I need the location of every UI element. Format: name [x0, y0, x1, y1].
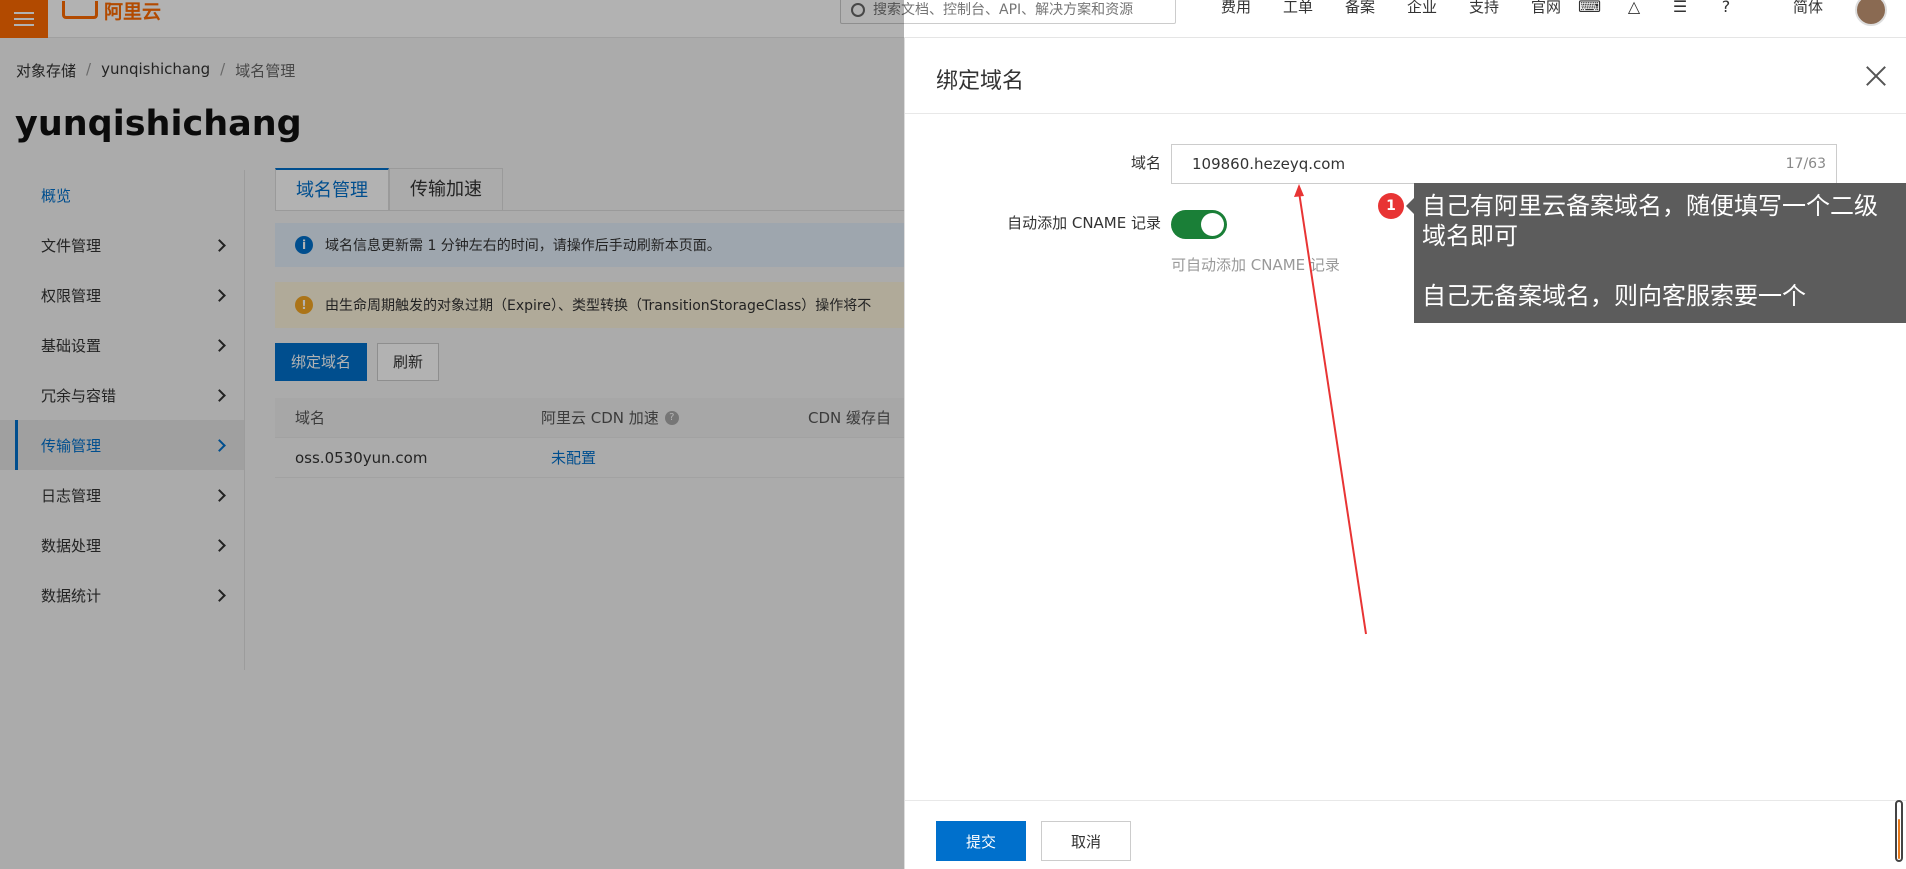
nav-support[interactable]: 支持 [1453, 0, 1515, 15]
nav-fees[interactable]: 费用 [1205, 0, 1267, 15]
nav-official-site[interactable]: 官网 [1515, 0, 1577, 15]
nav-icp[interactable]: 备案 [1329, 0, 1391, 15]
nav-enterprise[interactable]: 企业 [1391, 0, 1453, 15]
tooltip-line-1: 自己有阿里云备案域名，随便填写一个二级域名即可 [1422, 192, 1878, 250]
bind-domain-drawer: 绑定域名 域名 109860.hezeyq.com 17/63 自动添加 CNA… [904, 38, 1906, 869]
cancel-button[interactable]: 取消 [1041, 821, 1131, 861]
submit-button[interactable]: 提交 [936, 821, 1026, 861]
tooltip-line-2: 自己无备案域名，则向客服索要一个 [1422, 282, 1806, 310]
drawer-footer: 提交 取消 [905, 800, 1906, 869]
annotation-badge: 1 [1378, 193, 1404, 219]
nav-tickets[interactable]: 工单 [1267, 0, 1329, 15]
tooltip-caret [1406, 198, 1414, 214]
annotation-tooltip: 自己有阿里云备案域名，随便填写一个二级域名即可 自己无备案域名，则向客服索要一个 [1414, 183, 1906, 323]
top-icons: ⌨ △ ☰ ? [1578, 0, 1736, 16]
top-nav: 费用 工单 备案 企业 支持 官网 [1205, 0, 1577, 15]
drawer-title: 绑定域名 [936, 69, 1025, 94]
language-switch[interactable]: 简体 [1793, 0, 1823, 15]
scrollbar[interactable] [1895, 800, 1903, 862]
drawer-header: 绑定域名 [905, 38, 1906, 114]
modal-overlay[interactable] [0, 0, 904, 869]
cname-help-text: 可自动添加 CNAME 记录 [1171, 256, 1340, 274]
domain-label: 域名 [1130, 154, 1161, 172]
domain-input-value: 109860.hezeyq.com [1192, 155, 1346, 173]
terminal-icon[interactable]: ⌨ [1578, 0, 1601, 16]
help-icon[interactable]: ? [1716, 0, 1736, 16]
cart-icon[interactable]: ☰ [1670, 0, 1690, 16]
bell-icon[interactable]: △ [1624, 0, 1644, 16]
search-input[interactable] [873, 2, 1153, 18]
cname-label: 自动添加 CNAME 记录 [1007, 214, 1161, 232]
scrollbar-thumb[interactable] [1898, 819, 1900, 859]
close-icon[interactable] [1865, 65, 1887, 87]
char-counter: 17/63 [1785, 156, 1826, 172]
cname-toggle[interactable] [1171, 210, 1227, 239]
avatar[interactable] [1855, 0, 1887, 26]
domain-input[interactable]: 109860.hezeyq.com 17/63 [1171, 144, 1837, 184]
toggle-knob [1201, 213, 1224, 236]
